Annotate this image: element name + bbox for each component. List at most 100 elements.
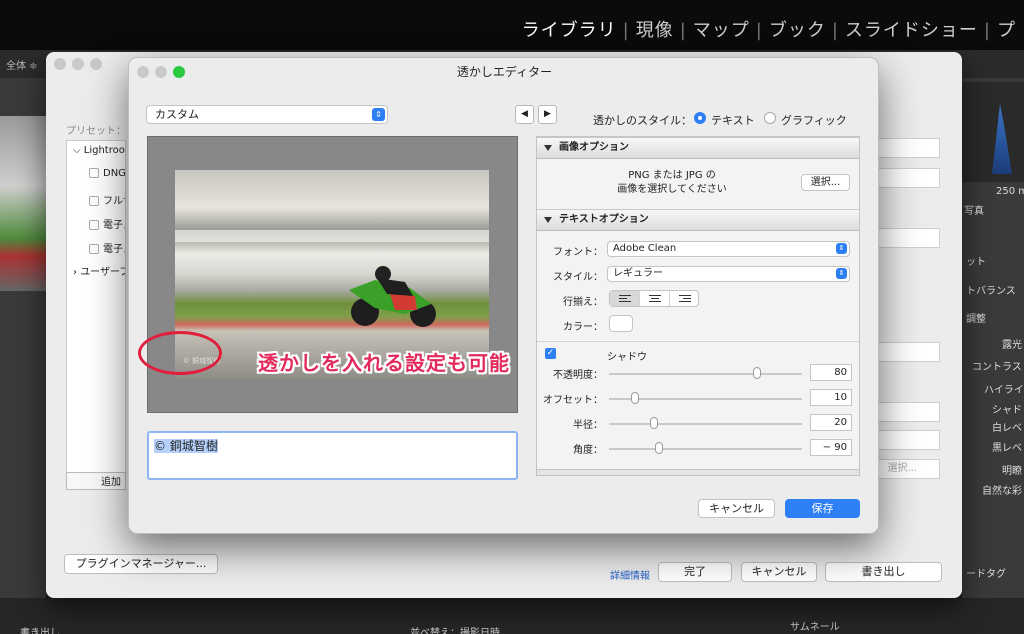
done-button[interactable]: 完了 — [658, 562, 732, 582]
right-panel-item: トバランス — [966, 286, 1016, 297]
style-text-radio[interactable] — [694, 112, 706, 124]
disclosure-triangle-icon — [544, 145, 552, 151]
export-choose-button[interactable]: 選択... — [878, 459, 940, 479]
font-label: フォント： — [553, 247, 603, 258]
font-select[interactable]: Adobe Clean ⇕ — [607, 241, 850, 257]
right-panel-item: 露光 — [1002, 340, 1022, 351]
image-options-hint: PNG または JPG の 画像を選択してください — [617, 170, 727, 195]
style-text-label: テキスト — [711, 114, 755, 127]
align-center-icon[interactable] — [640, 291, 670, 306]
opacity-label: 不透明度： — [553, 370, 603, 381]
watermark-editor-dialog: 透かしエディター カスタム ⇕ ◀ ▶ 透かしのスタイル： テキスト グラフィッ… — [128, 57, 879, 534]
slider-knob[interactable] — [753, 367, 761, 379]
align-left-icon[interactable] — [610, 291, 640, 306]
keyword-tag-panel: ードタグ — [966, 569, 1006, 580]
module-book[interactable]: ブック — [769, 20, 826, 41]
options-panel: 画像オプション PNG または JPG の 画像を選択してください 選択... … — [536, 136, 860, 476]
module-picker: ライブラリ | 現像 | マップ | ブック | スライドショー | プ — [521, 20, 1016, 41]
presets-label: プリセット： — [66, 126, 126, 137]
image-options-header[interactable]: 画像オプション — [537, 137, 859, 159]
plugin-manager-button[interactable]: プラグインマネージャー... — [64, 554, 218, 574]
original-photo-label: 写真 — [964, 206, 984, 217]
hist-value: 250 m — [996, 186, 1024, 197]
color-label: カラー： — [563, 322, 603, 333]
offset-slider[interactable] — [609, 392, 802, 404]
slider-knob[interactable] — [631, 392, 639, 404]
previous-arrow-button[interactable]: ◀ — [515, 105, 534, 124]
disclosure-triangle-icon — [544, 217, 552, 223]
background-photo — [0, 116, 46, 291]
export-field[interactable] — [878, 138, 940, 158]
offset-value[interactable]: 10 — [810, 389, 852, 406]
sort-select[interactable]: 並べ替え：撮影日時 — [410, 624, 500, 634]
module-library[interactable]: ライブラリ — [522, 20, 617, 41]
right-panel-item: ット — [966, 257, 986, 268]
bottom-toolbar: 書き出し 並べ替え：撮影日時 サムネール — [0, 598, 1024, 634]
chevron-updown-icon: ⇕ — [836, 268, 847, 279]
opacity-slider[interactable] — [609, 367, 802, 379]
tree-group-lightroom[interactable]: ⌵ Lightroo — [73, 145, 125, 156]
shadow-label: シャドウ — [607, 352, 647, 363]
chevron-updown-icon: ⇕ — [836, 243, 847, 254]
angle-label: 角度： — [573, 445, 603, 456]
watermark-style-label: 透かしのスタイル： — [593, 114, 692, 127]
right-panel-item: コントラス — [972, 362, 1022, 373]
opacity-value[interactable]: 80 — [810, 364, 852, 381]
export-library-button[interactable]: 書き出し — [20, 624, 60, 634]
export-field[interactable] — [878, 168, 940, 188]
export-cancel-button[interactable]: キャンセル — [741, 562, 817, 582]
right-panel-item: シャド — [992, 405, 1022, 416]
save-button[interactable]: 保存 — [785, 499, 860, 518]
color-swatch[interactable] — [609, 315, 633, 332]
style-graphic-radio[interactable] — [764, 112, 776, 124]
right-panel-item: 白レベ — [992, 423, 1022, 434]
right-panel-item: 明瞭 — [1002, 466, 1022, 477]
slider-knob[interactable] — [655, 442, 663, 454]
module-print[interactable]: プ — [997, 20, 1016, 41]
preset-select[interactable]: カスタム ⇕ — [146, 105, 388, 124]
style-graphic-label: グラフィック — [781, 114, 847, 127]
export-field[interactable] — [878, 228, 940, 248]
module-slideshow[interactable]: スライドショー — [845, 20, 978, 41]
zoom-window-icon[interactable] — [90, 58, 102, 70]
thumbnail-slider-label: サムネール — [790, 622, 840, 633]
details-link[interactable]: 詳細情報 — [610, 567, 650, 582]
alignment-segmented — [609, 290, 699, 307]
watermark-text-input[interactable]: © 銅城智樹 — [147, 431, 518, 480]
slider-knob[interactable] — [650, 417, 658, 429]
tree-item[interactable]: 電子メ — [89, 240, 125, 255]
export-field[interactable] — [878, 342, 940, 362]
highlight-ellipse — [138, 331, 222, 375]
text-options-header[interactable]: テキストオプション — [537, 209, 859, 231]
tree-item[interactable]: フルサ — [89, 192, 125, 207]
right-panel-item: 調整 — [966, 314, 986, 325]
lightroom-module-bar: ライブラリ | 現像 | マップ | ブック | スライドショー | プ — [0, 0, 1024, 50]
minimize-window-icon[interactable] — [72, 58, 84, 70]
choose-image-button[interactable]: 選択... — [801, 174, 850, 191]
cancel-button[interactable]: キャンセル — [698, 499, 775, 518]
module-develop[interactable]: 現像 — [636, 20, 674, 41]
style-select[interactable]: レギュラー ⇕ — [607, 266, 850, 282]
close-window-icon[interactable] — [54, 58, 66, 70]
add-preset-button[interactable]: 追加 — [66, 472, 126, 490]
angle-slider[interactable] — [609, 442, 802, 454]
filter-all-select[interactable]: 全体 ≑ — [6, 57, 38, 72]
dialog-title: 透かしエディター — [456, 65, 553, 79]
radius-label: 半径： — [573, 420, 603, 431]
radius-slider[interactable] — [609, 417, 802, 429]
preset-tree: ⌵ Lightroo DNG フルサ 電子メ 電子メ › ユーザープ — [66, 140, 126, 490]
export-field[interactable] — [878, 402, 940, 422]
radius-value[interactable]: 20 — [810, 414, 852, 431]
right-panel-item: ハイライ — [984, 385, 1024, 396]
right-panel-item: 自然な彩 — [982, 486, 1022, 497]
export-button[interactable]: 書き出し — [825, 562, 942, 582]
align-right-icon[interactable] — [670, 291, 700, 306]
module-map[interactable]: マップ — [693, 20, 750, 41]
tree-item[interactable]: DNG — [89, 168, 125, 179]
tree-item[interactable]: 電子メ — [89, 216, 125, 231]
shadow-checkbox[interactable]: ✓ — [545, 348, 556, 359]
next-arrow-button[interactable]: ▶ — [538, 105, 557, 124]
angle-value[interactable]: − 90 — [810, 439, 852, 456]
tree-group-user[interactable]: › ユーザープ — [73, 263, 125, 278]
export-field[interactable] — [878, 430, 940, 450]
